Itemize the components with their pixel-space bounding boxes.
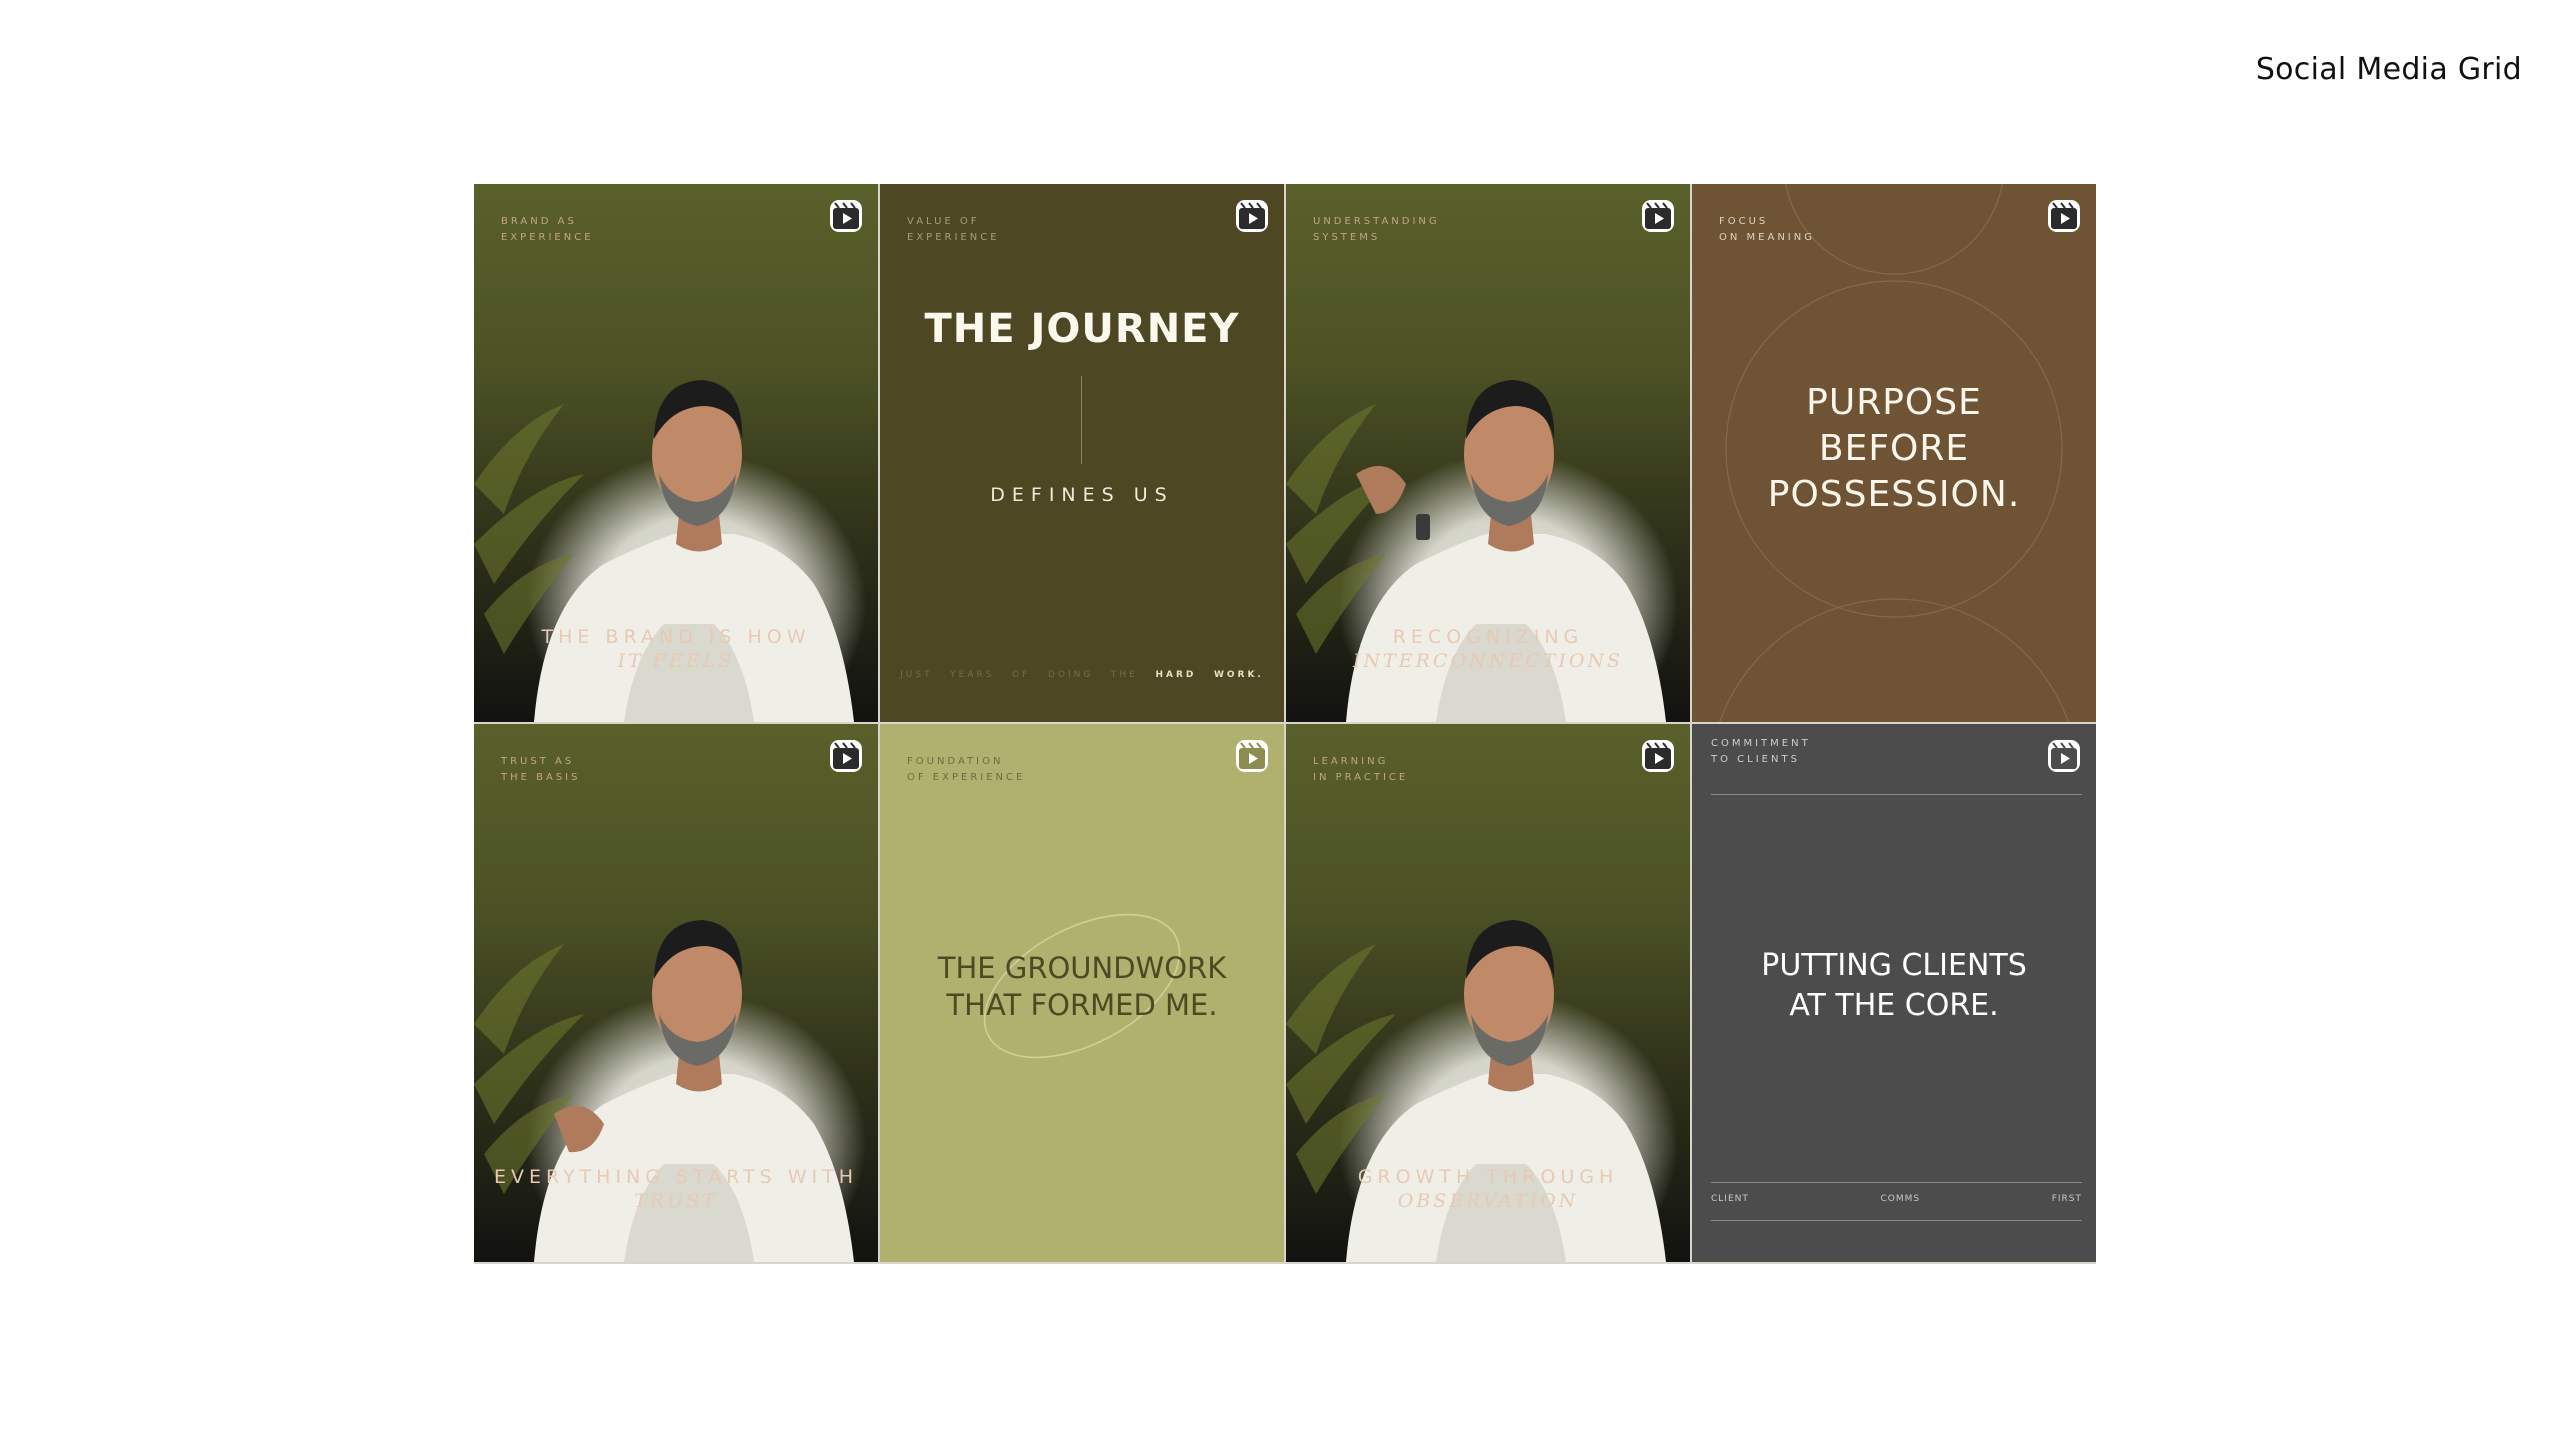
vertical-divider (1081, 376, 1082, 464)
post-tile-commitment-to-clients[interactable]: COMMITMENT TO CLIENTS PUTTING CLIENTS AT… (1692, 724, 2096, 1262)
caption-line-2: IT FEELS (617, 650, 735, 672)
footer-rule-bottom (1711, 1220, 2082, 1221)
footer-label: CLIENT (1711, 1194, 1749, 1204)
footer-word: THE (1110, 670, 1138, 680)
post-caption: THE BRAND IS HOW IT FEELS (474, 626, 878, 672)
post-tile-foundation-of-experience[interactable]: FOUNDATION OF EXPERIENCE THE GROUNDWORK … (880, 724, 1284, 1262)
footer-word: DOING (1047, 670, 1094, 680)
page-title: Social Media Grid (2255, 52, 2522, 87)
social-media-grid: BRAND AS EXPERIENCE THE BRAND IS HOW IT … (474, 184, 2096, 1264)
footer-word: YEARS (950, 670, 995, 680)
footer-word: OF (1012, 670, 1031, 680)
post-tile-understanding-systems[interactable]: UNDERSTANDING SYSTEMS RECOGNIZING INTERC… (1286, 184, 1690, 722)
footer-word-bold: HARD (1155, 670, 1197, 680)
post-eyebrow: TRUST AS THE BASIS (501, 756, 581, 783)
caption-line-1: EVERYTHING STARTS WITH (493, 1166, 859, 1188)
reels-play-icon[interactable] (2046, 198, 2082, 234)
post-eyebrow: FOUNDATION OF EXPERIENCE (907, 756, 1026, 783)
post-eyebrow: VALUE OF EXPERIENCE (907, 216, 1000, 243)
caption-line-2: INTERCONNECTIONS (1352, 650, 1624, 672)
caption-line-2: OBSERVATION (1397, 1190, 1579, 1212)
post-tile-value-of-experience[interactable]: VALUE OF EXPERIENCE THE JOURNEY DEFINES … (880, 184, 1284, 722)
post-tile-focus-on-meaning[interactable]: FOCUS ON MEANING PURPOSE BEFORE POSSESSI… (1692, 184, 2096, 722)
footer-label: FIRST (2051, 1194, 2082, 1204)
footer-label: COMMS (1880, 1194, 1921, 1204)
reels-play-icon[interactable] (1234, 198, 1270, 234)
footer-word: JUST (900, 670, 933, 680)
post-footer: JUST YEARS OF DOING THE HARD WORK. (880, 670, 1284, 680)
post-subheadline: DEFINES US (990, 484, 1174, 506)
post-headline: PUTTING CLIENTS AT THE CORE. (1761, 948, 2027, 1023)
post-caption: RECOGNIZING INTERCONNECTIONS (1286, 626, 1690, 672)
top-rule (1711, 794, 2082, 795)
caption-line-2: TRUST (634, 1190, 718, 1212)
caption-line-1: RECOGNIZING (1392, 626, 1584, 648)
post-eyebrow: COMMITMENT TO CLIENTS (1711, 738, 1811, 765)
footer-word-bold: WORK. (1213, 670, 1264, 680)
post-eyebrow: BRAND AS EXPERIENCE (501, 216, 594, 243)
post-footer: CLIENT COMMS FIRST (1711, 1194, 2082, 1204)
reels-play-icon[interactable] (828, 198, 864, 234)
caption-line-1: THE BRAND IS HOW (541, 626, 811, 648)
post-tile-learning-in-practice[interactable]: LEARNING IN PRACTICE GROWTH THROUGH OBSE… (1286, 724, 1690, 1262)
post-headline: THE JOURNEY (924, 306, 1240, 352)
post-eyebrow: UNDERSTANDING SYSTEMS (1313, 216, 1440, 243)
post-tile-brand-as-experience[interactable]: BRAND AS EXPERIENCE THE BRAND IS HOW IT … (474, 184, 878, 722)
footer-rule-top (1711, 1182, 2082, 1183)
post-caption: GROWTH THROUGH OBSERVATION (1286, 1166, 1690, 1212)
caption-line-1: GROWTH THROUGH (1357, 1166, 1619, 1188)
post-eyebrow: FOCUS ON MEANING (1719, 216, 1815, 243)
post-tile-trust-as-the-basis[interactable]: TRUST AS THE BASIS EVERYTHING STARTS WIT… (474, 724, 878, 1262)
post-headline: THE GROUNDWORK THAT FORMED ME. (937, 951, 1227, 1022)
reels-play-icon[interactable] (2046, 738, 2082, 774)
post-caption: EVERYTHING STARTS WITH TRUST (474, 1166, 878, 1212)
reels-play-icon[interactable] (1640, 738, 1676, 774)
reels-play-icon[interactable] (1640, 198, 1676, 234)
reels-play-icon[interactable] (828, 738, 864, 774)
post-eyebrow: LEARNING IN PRACTICE (1313, 756, 1409, 783)
post-headline: PURPOSE BEFORE POSSESSION. (1767, 382, 2021, 515)
reels-play-icon[interactable] (1234, 738, 1270, 774)
